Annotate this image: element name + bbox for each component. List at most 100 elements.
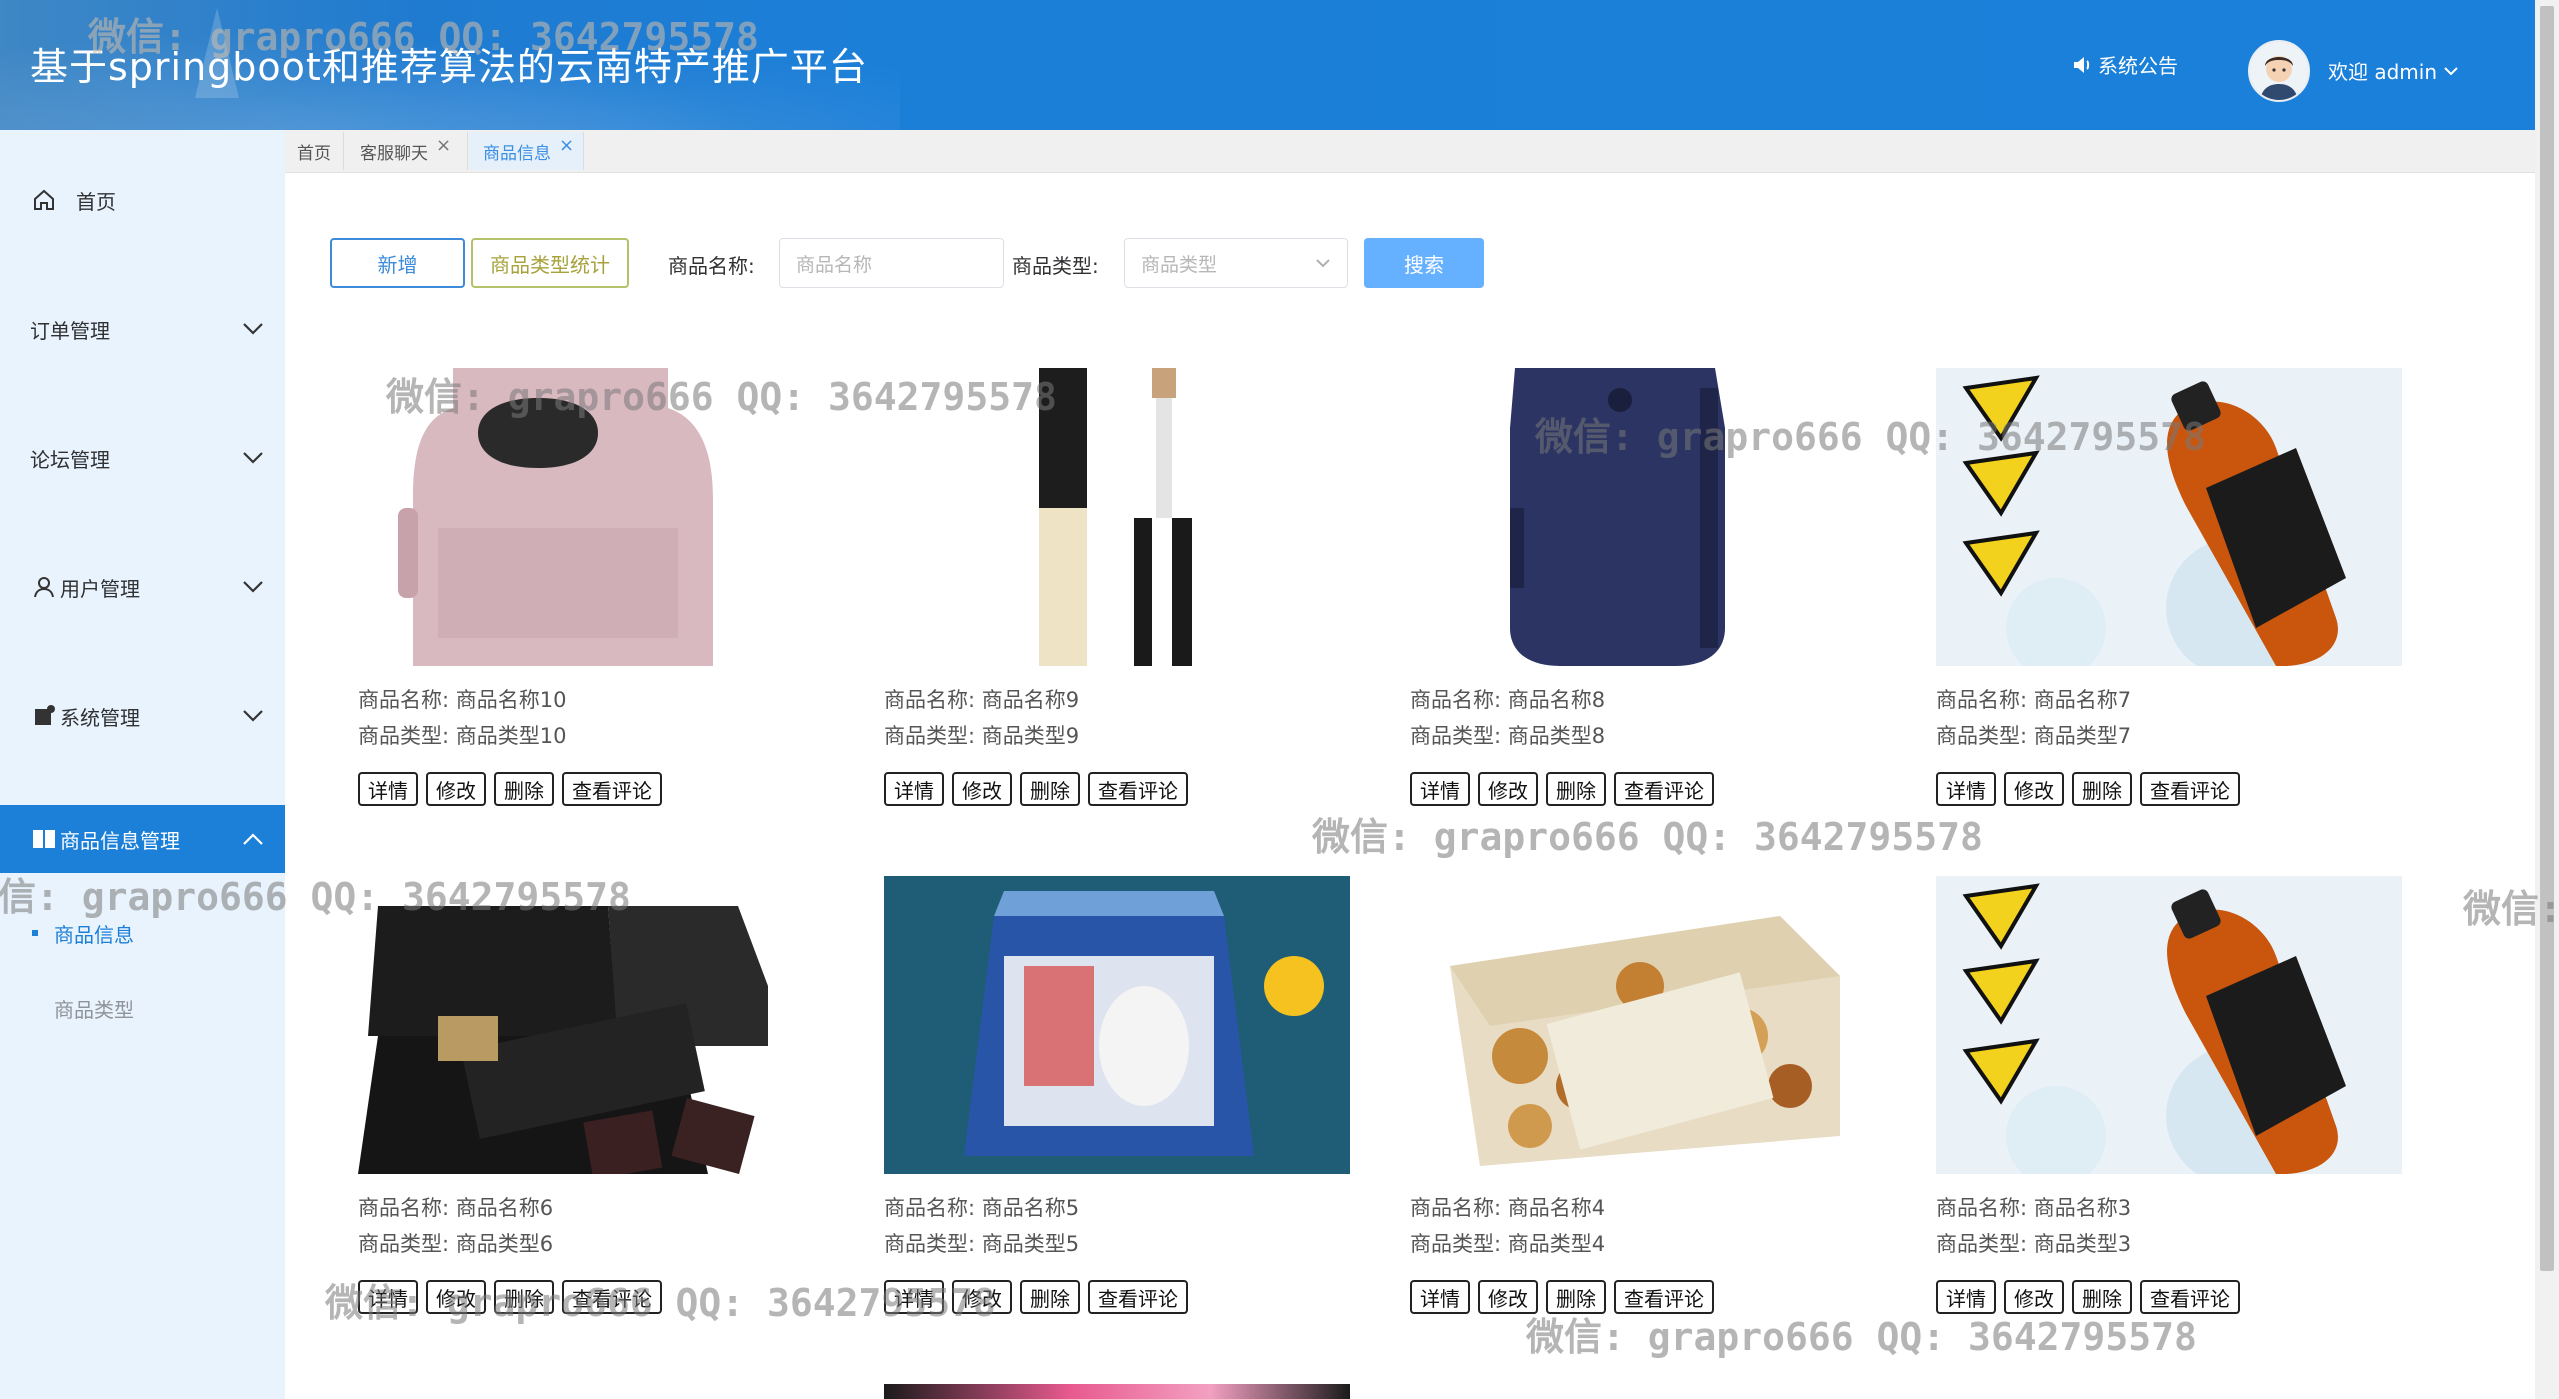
product-name: 商品名称: 商品名称8 [1410,688,1606,712]
close-icon[interactable]: × [559,135,574,156]
view-reviews-button[interactable]: 查看评论 [1088,772,1188,806]
detail-button[interactable]: 详情 [358,772,418,806]
product-actions: 详情 修改 删除 查看评论 [358,772,662,806]
system-notice-link[interactable]: 系统公告 [2072,50,2178,79]
goods-name-input[interactable]: 商品名称 [779,238,1004,288]
scrollbar-thumb[interactable] [2540,6,2554,1271]
user-menu[interactable]: 欢迎 admin [2328,56,2459,85]
goods-icon [30,825,58,853]
product-type: 商品类型: 商品类型4 [1410,1232,1606,1256]
sidebar-item-label: 用户管理 [60,576,140,601]
sidebar-item-label: 首页 [76,189,116,214]
sidebar-subitem-goods-info[interactable]: 商品信息 [0,908,285,958]
delete-button[interactable]: 删除 [494,772,554,806]
product-image[interactable] [1936,368,2402,666]
product-image[interactable] [1936,876,2402,1174]
view-reviews-button[interactable]: 查看评论 [1088,1280,1188,1314]
sidebar-item-goods[interactable]: 商品信息管理 [0,805,285,873]
chevron-down-icon [243,323,263,335]
goods-type-placeholder: 商品类型 [1141,253,1218,276]
goods-name-placeholder: 商品名称 [796,253,873,276]
view-reviews-button[interactable]: 查看评论 [1614,1280,1714,1314]
delete-button[interactable]: 删除 [2072,1280,2132,1314]
view-reviews-button[interactable]: 查看评论 [562,772,662,806]
product-image[interactable] [358,876,824,1174]
view-reviews-button[interactable]: 查看评论 [562,1280,662,1314]
sidebar-subitem-goods-type[interactable]: 商品类型 [0,983,285,1033]
edit-button[interactable]: 修改 [2004,772,2064,806]
search-button[interactable]: 搜索 [1364,238,1484,288]
system-notice-label: 系统公告 [2098,54,2178,78]
watermark-text: 微信: grapro666 QQ: 3642795578 [1312,815,1983,859]
edit-button[interactable]: 修改 [1478,772,1538,806]
type-statistics-button[interactable]: 商品类型统计 [471,238,629,288]
product-type: 商品类型: 商品类型5 [884,1232,1080,1256]
add-button[interactable]: 新增 [330,238,465,288]
product-actions: 详情 修改 删除 查看评论 [1936,1280,2240,1314]
product-type: 商品类型: 商品类型9 [884,724,1080,748]
detail-button[interactable]: 详情 [1410,1280,1470,1314]
chevron-down-icon [1316,259,1330,268]
sidebar-subitem-label: 商品类型 [54,997,134,1022]
tab-customer-chat[interactable]: 客服聊天 × [344,132,468,170]
product-info: 商品名称: 商品名称4 商品类型: 商品类型4 [1410,1190,1605,1262]
product-image[interactable] [884,1384,1350,1399]
close-icon[interactable]: × [436,135,451,156]
product-name: 商品名称: 商品名称7 [1936,688,2132,712]
sidebar-item-system[interactable]: 系统管理 [0,684,285,748]
view-reviews-button[interactable]: 查看评论 [2140,772,2240,806]
product-image[interactable] [884,368,1350,666]
page-scrollbar[interactable] [2535,0,2559,1399]
detail-button[interactable]: 详情 [358,1280,418,1314]
delete-button[interactable]: 删除 [1546,1280,1606,1314]
product-name: 商品名称: 商品名称9 [884,688,1080,712]
sidebar-item-users[interactable]: 用户管理 [0,555,285,619]
detail-button[interactable]: 详情 [1936,1280,1996,1314]
sidebar-item-orders[interactable]: 订单管理 [0,297,285,361]
product-image[interactable] [358,368,824,666]
delete-button[interactable]: 删除 [494,1280,554,1314]
product-info: 商品名称: 商品名称5 商品类型: 商品类型5 [884,1190,1079,1262]
tab-label: 首页 [297,143,331,164]
delete-button[interactable]: 删除 [1546,772,1606,806]
welcome-label: 欢迎 admin [2328,60,2438,84]
top-header: 基于springboot和推荐算法的云南特产推广平台 系统公告 欢迎 admin [0,0,2535,130]
product-type: 商品类型: 商品类型6 [358,1232,554,1256]
product-name: 商品名称: 商品名称5 [884,1196,1080,1220]
product-image[interactable] [1410,876,1876,1174]
view-reviews-button[interactable]: 查看评论 [2140,1280,2240,1314]
edit-button[interactable]: 修改 [2004,1280,2064,1314]
product-type: 商品类型: 商品类型8 [1410,724,1606,748]
delete-button[interactable]: 删除 [1020,772,1080,806]
tab-label: 客服聊天 [360,143,428,164]
edit-button[interactable]: 修改 [1478,1280,1538,1314]
product-name: 商品名称: 商品名称10 [358,688,567,712]
tab-label: 商品信息 [483,143,551,164]
sidebar-item-forum[interactable]: 论坛管理 [0,426,285,490]
tab-home[interactable]: 首页 [285,132,344,170]
chevron-down-icon [243,581,263,593]
chevron-up-icon [243,833,263,845]
detail-button[interactable]: 详情 [1410,772,1470,806]
avatar[interactable] [2248,40,2310,102]
product-type: 商品类型: 商品类型3 [1936,1232,2132,1256]
detail-button[interactable]: 详情 [884,772,944,806]
delete-button[interactable]: 删除 [2072,772,2132,806]
detail-button[interactable]: 详情 [1936,772,1996,806]
edit-button[interactable]: 修改 [426,1280,486,1314]
tab-goods-info[interactable]: 商品信息 × [469,132,584,170]
goods-name-label: 商品名称: [668,254,755,278]
edit-button[interactable]: 修改 [952,1280,1012,1314]
product-image[interactable] [1410,368,1876,666]
edit-button[interactable]: 修改 [952,772,1012,806]
goods-type-label: 商品类型: [1012,254,1099,278]
delete-button[interactable]: 删除 [1020,1280,1080,1314]
product-image[interactable] [884,876,1350,1174]
goods-type-select[interactable]: 商品类型 [1124,238,1348,288]
view-reviews-button[interactable]: 查看评论 [1614,772,1714,806]
tabs-bar: 首页 客服聊天 × 商品信息 × [285,130,2535,173]
edit-button[interactable]: 修改 [426,772,486,806]
sidebar-item-home[interactable]: 首页 [0,168,285,232]
detail-button[interactable]: 详情 [884,1280,944,1314]
product-name: 商品名称: 商品名称4 [1410,1196,1606,1220]
